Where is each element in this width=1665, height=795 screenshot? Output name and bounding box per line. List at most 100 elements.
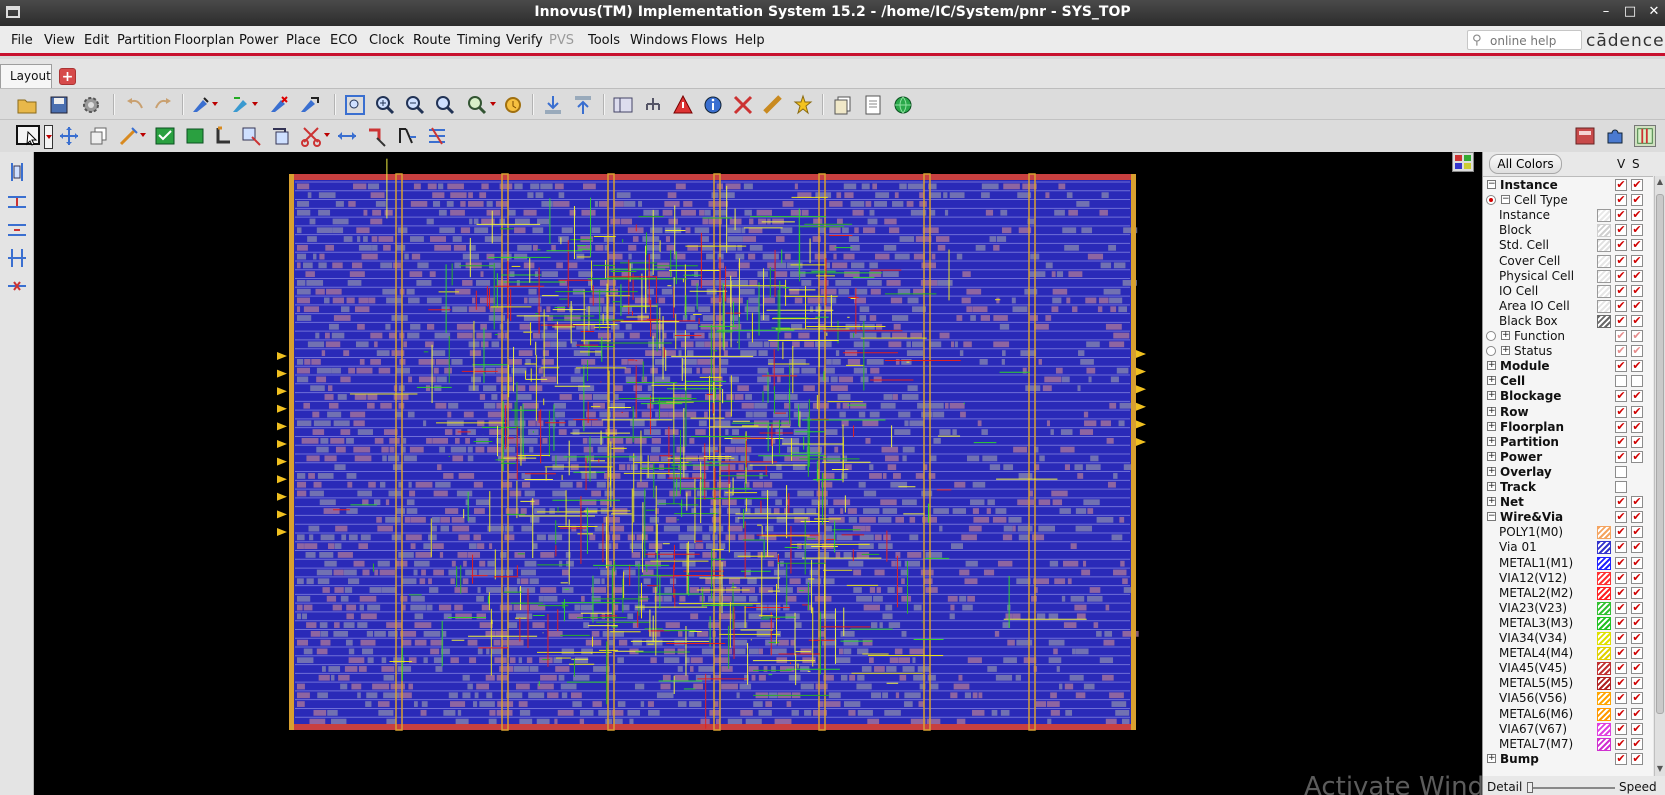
visible-checkbox[interactable]: ✔ xyxy=(1615,314,1627,327)
selectable-checkbox[interactable]: ✔ xyxy=(1631,269,1643,282)
selectable-checkbox[interactable]: ✔ xyxy=(1631,677,1643,690)
visible-checkbox[interactable]: ✔ xyxy=(1615,677,1627,690)
layout-canvas[interactable]: Activate Windo xyxy=(34,152,1482,795)
eco-icon[interactable] xyxy=(268,94,290,116)
selectable-checkbox[interactable]: ✔ xyxy=(1631,662,1643,675)
split-icon[interactable] xyxy=(396,125,418,147)
layer-row[interactable]: Black Box ✔ ✔ xyxy=(1483,314,1653,329)
layer-mode-radio[interactable] xyxy=(1486,331,1496,341)
menu-place[interactable]: Place xyxy=(286,33,321,48)
layer-row[interactable]: METAL5(M5) ✔ ✔ xyxy=(1483,676,1653,691)
layer-color-swatch[interactable] xyxy=(1597,254,1611,268)
selectable-checkbox[interactable]: ✔ xyxy=(1631,209,1643,222)
delete-space-icon[interactable] xyxy=(7,276,27,296)
layer-color-swatch[interactable] xyxy=(1597,692,1611,706)
layer-row[interactable]: VIA23(V23) ✔ ✔ xyxy=(1483,601,1653,616)
layer-row[interactable]: Physical Cell ✔ ✔ xyxy=(1483,269,1653,284)
settings-icon[interactable] xyxy=(80,94,102,116)
selectable-checkbox[interactable]: ✔ xyxy=(1631,752,1643,765)
visible-checkbox[interactable]: ✔ xyxy=(1615,541,1627,554)
edit-wire-icon[interactable] xyxy=(118,125,140,147)
maximize-icon[interactable]: □ xyxy=(1621,3,1639,21)
layer-row[interactable]: + Partition ✔ ✔ xyxy=(1483,435,1653,450)
layer-row[interactable]: IO Cell ✔ ✔ xyxy=(1483,284,1653,299)
expand-icon[interactable]: + xyxy=(1501,331,1510,340)
move-in-icon[interactable] xyxy=(542,94,564,116)
visible-checkbox[interactable]: ✔ xyxy=(1615,662,1627,675)
layer-row[interactable]: + Bump ✔ ✔ xyxy=(1483,752,1653,767)
layer-row[interactable]: Std. Cell ✔ ✔ xyxy=(1483,238,1653,253)
layer-row[interactable]: + Blockage ✔ ✔ xyxy=(1483,389,1653,404)
selectable-checkbox[interactable]: ✔ xyxy=(1631,390,1643,403)
expand-icon[interactable]: + xyxy=(1487,436,1496,446)
place-wire-icon[interactable] xyxy=(190,94,212,116)
menu-verify[interactable]: Verify xyxy=(506,33,543,48)
layer-color-swatch[interactable] xyxy=(1597,662,1611,676)
selectable-checkbox[interactable]: ✔ xyxy=(1631,632,1643,644)
layer-row[interactable]: + Floorplan ✔ ✔ xyxy=(1483,420,1653,435)
selectable-checkbox[interactable]: ✔ xyxy=(1631,345,1643,358)
selectable-checkbox[interactable]: ✔ xyxy=(1631,194,1643,207)
layer-color-swatch[interactable] xyxy=(1597,269,1611,283)
layer-row[interactable]: Block ✔ ✔ xyxy=(1483,223,1653,238)
highlight-icon[interactable] xyxy=(792,94,814,116)
layer-mode-radio[interactable] xyxy=(1486,346,1496,357)
slider-knob[interactable] xyxy=(1527,782,1533,793)
visible-checkbox[interactable]: ✔ xyxy=(1615,179,1627,191)
visible-checkbox[interactable]: ✔ xyxy=(1615,586,1627,599)
expand-icon[interactable]: + xyxy=(1487,497,1496,507)
selectable-checkbox[interactable]: ✔ xyxy=(1631,450,1643,463)
visible-checkbox[interactable]: ✔ xyxy=(1615,345,1627,358)
selectable-checkbox[interactable]: ✔ xyxy=(1631,405,1643,418)
menu-tools[interactable]: Tools xyxy=(588,33,620,48)
measure-icon[interactable] xyxy=(762,94,784,116)
route-icon[interactable] xyxy=(230,94,252,116)
select-mode-dropdown[interactable] xyxy=(44,125,53,149)
rect-icon[interactable] xyxy=(184,125,206,147)
selectable-checkbox[interactable]: ✔ xyxy=(1631,284,1643,297)
layer-row[interactable]: METAL7(M7) ✔ ✔ xyxy=(1483,737,1653,752)
menu-partition[interactable]: Partition xyxy=(117,33,171,48)
layer-color-swatch[interactable] xyxy=(1597,677,1611,691)
layer-color-swatch[interactable] xyxy=(1597,647,1611,661)
violation-icon[interactable] xyxy=(672,94,694,116)
collapse-icon[interactable]: − xyxy=(1487,180,1496,189)
layer-row[interactable]: Area IO Cell ✔ ✔ xyxy=(1483,299,1653,314)
expand-icon[interactable]: + xyxy=(1501,346,1510,356)
selectable-checkbox[interactable]: ✔ xyxy=(1631,571,1643,584)
layer-row[interactable]: VIA67(V67) ✔ ✔ xyxy=(1483,722,1653,737)
layer-row[interactable]: − Wire&Via ✔ ✔ xyxy=(1483,510,1653,525)
menu-clock[interactable]: Clock xyxy=(369,33,404,48)
selectable-checkbox[interactable]: ✔ xyxy=(1631,647,1643,660)
menu-eco[interactable]: ECO xyxy=(330,33,358,48)
visible-checkbox[interactable]: ✔ xyxy=(1615,526,1627,539)
layer-color-swatch[interactable] xyxy=(1597,571,1611,585)
visible-checkbox[interactable]: ✔ xyxy=(1615,269,1627,282)
layer-color-swatch[interactable] xyxy=(1597,632,1611,645)
spread-icon[interactable] xyxy=(336,125,358,147)
layout-view-icon[interactable] xyxy=(1574,125,1596,147)
redo-icon[interactable] xyxy=(152,94,174,116)
menu-route[interactable]: Route xyxy=(413,33,451,48)
layer-row[interactable]: METAL6(M6) ✔ ✔ xyxy=(1483,707,1653,722)
layer-color-swatch[interactable] xyxy=(1597,224,1611,238)
layer-tree-scrollbar[interactable]: ▲ ▼ xyxy=(1654,176,1665,776)
visible-checkbox[interactable]: ✔ xyxy=(1615,209,1627,222)
visible-checkbox[interactable]: ✔ xyxy=(1615,722,1627,735)
layer-color-swatch[interactable] xyxy=(1597,284,1611,298)
distribute-icon[interactable] xyxy=(7,192,27,212)
visible-checkbox[interactable]: ✔ xyxy=(1615,299,1627,312)
scrollbar-thumb[interactable] xyxy=(1656,194,1664,714)
visible-checkbox[interactable] xyxy=(1615,375,1627,388)
layer-color-swatch[interactable] xyxy=(1597,209,1611,223)
layer-row[interactable]: VIA12(V12) ✔ ✔ xyxy=(1483,571,1653,586)
layer-row[interactable]: + Cell xyxy=(1483,374,1653,389)
expand-icon[interactable]: + xyxy=(1487,466,1496,476)
space-icon[interactable] xyxy=(7,248,27,268)
expand-icon[interactable]: + xyxy=(1487,421,1496,431)
select-icon[interactable] xyxy=(16,124,42,148)
visible-checkbox[interactable]: ✔ xyxy=(1615,194,1627,207)
layer-mode-radio[interactable] xyxy=(1486,195,1496,206)
open-icon[interactable] xyxy=(16,94,38,116)
tab-layout[interactable]: Layout xyxy=(0,64,52,88)
